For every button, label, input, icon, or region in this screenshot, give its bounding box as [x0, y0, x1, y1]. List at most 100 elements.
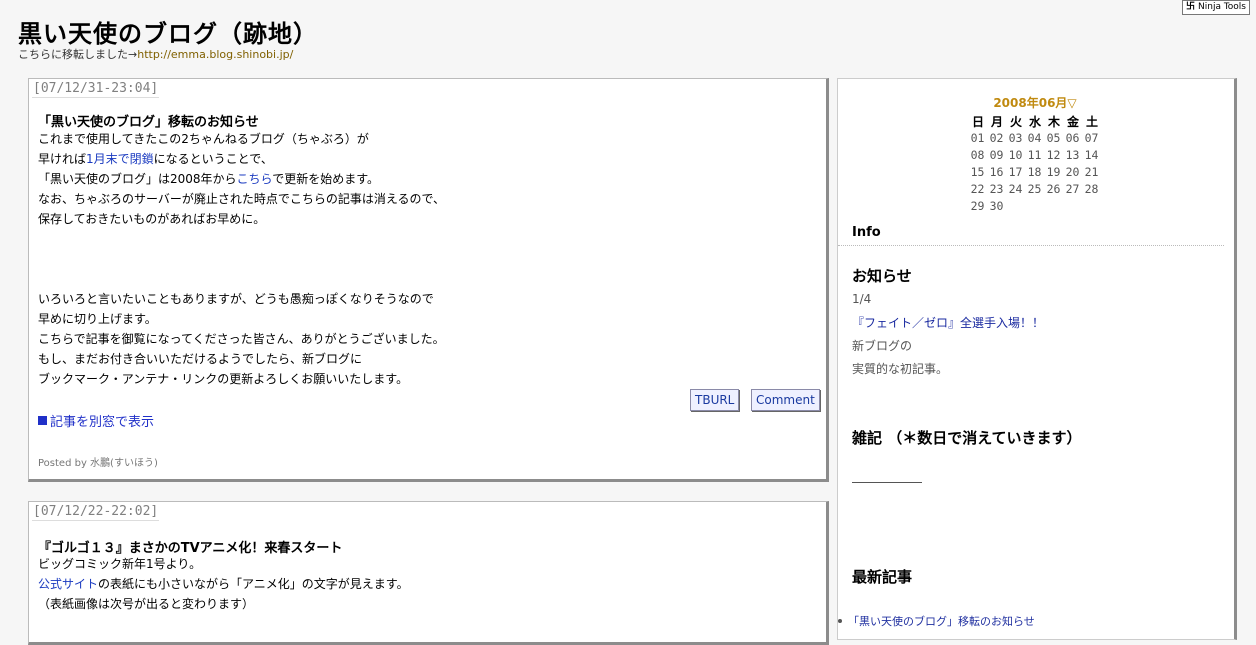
calendar-day: 12	[1046, 148, 1061, 162]
entry-body: これまで使用してきたこの2ちゃんねるブログ（ちゃぶろ）が 早ければ1月末で閉鎖に…	[38, 129, 445, 229]
calendar-day: 27	[1065, 182, 1080, 196]
entry-body: ビッグコミック新年1号より。 公式サイトの表紙にも小さいながら「アニメ化」の文字…	[38, 554, 409, 614]
entry-date: [07/12/31-23:04]	[32, 81, 160, 98]
new-blog-link[interactable]: http://emma.blog.shinobi.jp/	[137, 48, 293, 61]
calendar-day: 19	[1046, 165, 1061, 179]
weekday-label: 月	[990, 115, 1003, 129]
entry-text-line: 早ければ1月末で閉鎖になるということで、	[38, 149, 445, 169]
news-text: 新ブログの	[852, 339, 913, 353]
calendar-day	[1044, 198, 1063, 215]
blog-entry: [07/12/31-23:04] 「黒い天使のブログ」移転のお知らせ これまで使…	[28, 78, 829, 482]
calendar-day: 16	[989, 165, 1004, 179]
calendar-day	[1082, 198, 1101, 215]
entry-text-line: 早めに切り上げます。	[38, 312, 157, 326]
ninja-tools-badge[interactable]: 卐 Ninja Tools	[1182, 0, 1250, 15]
calendar-week: 15 16 17 18 19 20 21	[968, 164, 1102, 181]
weekday-label: 木	[1047, 115, 1060, 129]
weekday-label: 金	[1066, 115, 1079, 129]
calendar-day: 09	[989, 148, 1004, 162]
calendar-day: 06	[1065, 131, 1080, 145]
entry-title[interactable]: 「黒い天使のブログ」移転のお知らせ	[38, 111, 259, 130]
calendar-day: 13	[1065, 148, 1080, 162]
calendar-day: 23	[989, 182, 1004, 196]
calendar-day: 11	[1027, 148, 1042, 162]
calendar-day: 14	[1084, 148, 1099, 162]
calendar-day: 08	[970, 148, 985, 162]
calendar-day: 20	[1065, 165, 1080, 179]
entry-text-line: これまで使用してきたこの2ちゃんねるブログ（ちゃぶろ）が	[38, 132, 369, 146]
bullet-icon	[838, 619, 842, 623]
comment-button[interactable]: Comment	[751, 389, 820, 411]
calendar-day	[1025, 198, 1044, 215]
recent-post-item[interactable]: 「黒い天使のブログ」移転のお知らせ	[838, 613, 1035, 629]
open-in-new-window-link[interactable]: 記事を別窓で表示	[38, 411, 154, 430]
info-heading: Info	[852, 225, 881, 240]
open-in-new-window-label: 記事を別窓で表示	[50, 415, 155, 430]
calendar-day: 03	[1008, 131, 1023, 145]
calendar-day: 04	[1027, 131, 1042, 145]
calendar-day: 29	[970, 199, 985, 213]
calendar-month-selector[interactable]: 2008年06月▽	[968, 94, 1102, 111]
entry-text-line: 保存しておきたいものがあればお早めに。	[38, 212, 266, 226]
recent-post-link[interactable]: 「黒い天使のブログ」移転のお知らせ	[848, 613, 1035, 629]
misc-divider	[852, 482, 922, 483]
entry-text-line: こちらで記事を御覧になってくださった皆さん、ありがとうございました。	[38, 332, 445, 346]
calendar-day: 21	[1084, 165, 1099, 179]
news-heading: お知らせ	[852, 267, 912, 285]
subtitle-text: こちらに移転しました→	[18, 48, 138, 61]
calendar-day: 28	[1084, 182, 1099, 196]
ninja-icon: 卐	[1186, 2, 1196, 12]
entry-text-line: いろいろと言いたいこともありますが、どうも愚痴っぽくなりそうなので	[38, 292, 434, 306]
calendar: 2008年06月▽ 日 月 火 水 木 金 土 01 02 03 04 05 0…	[968, 94, 1102, 215]
calendar-day: 26	[1046, 182, 1061, 196]
sidebar: 2008年06月▽ 日 月 火 水 木 金 土 01 02 03 04 05 0…	[837, 78, 1237, 640]
calendar-day: 22	[970, 182, 985, 196]
calendar-day: 17	[1008, 165, 1023, 179]
entry-body-continued: いろいろと言いたいこともありますが、どうも愚痴っぽくなりそうなので 早めに切り上…	[38, 289, 445, 389]
text-segment: になるということで、	[153, 152, 273, 166]
here-link[interactable]: こちら	[237, 172, 273, 186]
calendar-weekdays: 日 月 火 水 木 金 土	[968, 113, 1102, 130]
square-bullet-icon	[38, 416, 47, 425]
tburl-button[interactable]: TBURL	[690, 389, 740, 411]
news-date: 1/4	[852, 292, 872, 306]
entry-text-line: なお、ちゃぶろのサーバーが廃止された時点でこちらの記事は消えるので、	[38, 192, 446, 206]
calendar-week: 22 23 24 25 26 27 28	[968, 181, 1102, 198]
entry-date: [07/12/22-22:02]	[32, 504, 160, 521]
recent-posts-heading: 最新記事	[852, 568, 913, 586]
calendar-day: 15	[970, 165, 985, 179]
text-segment: 早ければ	[38, 152, 87, 166]
blog-entry: [07/12/22-22:02] 『ゴルゴ１３』まさかのTVアニメ化！来春スター…	[28, 501, 829, 645]
official-site-link[interactable]: 公式サイト	[38, 577, 98, 591]
posted-by: Posted by 水鵬(すいほう)	[38, 458, 158, 469]
calendar-week: 08 09 10 11 12 13 14	[968, 147, 1102, 164]
text-segment: の表紙にも小さいながら「アニメ化」の文字が見えます。	[98, 577, 409, 591]
entry-text-line: ビッグコミック新年1号より。	[38, 557, 202, 571]
calendar-day: 07	[1084, 131, 1099, 145]
entry-text-line: 「黒い天使のブログ」は2008年からこちらで更新を始めます。	[38, 169, 445, 189]
info-divider	[838, 245, 1224, 246]
entry-text-line: （表紙画像は次号が出ると変わります）	[38, 597, 255, 611]
weekday-label: 火	[1009, 115, 1022, 129]
closure-link[interactable]: 1月末で閉鎖	[86, 152, 154, 166]
weekday-label: 水	[1028, 115, 1041, 129]
calendar-day: 24	[1008, 182, 1023, 196]
entry-text-line: ブックマーク・アンテナ・リンクの更新よろしくお願いいたします。	[38, 372, 409, 386]
calendar-day: 10	[1008, 148, 1023, 162]
entry-text-line: 公式サイトの表紙にも小さいながら「アニメ化」の文字が見えます。	[38, 574, 409, 594]
site-subtitle: こちらに移転しました→http://emma.blog.shinobi.jp/	[18, 46, 293, 62]
ninja-tools-label: Ninja Tools	[1198, 2, 1246, 12]
calendar-day: 25	[1027, 182, 1042, 196]
misc-heading: 雑記 （＊数日で消えていきます）	[852, 429, 1082, 447]
calendar-week: 29 30	[968, 198, 1102, 215]
text-segment: 「黒い天使のブログ」は2008年から	[38, 172, 237, 186]
news-link[interactable]: 『フェイト／ゼロ』全選手入場！！	[852, 314, 1044, 331]
calendar-day	[1006, 198, 1025, 215]
calendar-day: 01	[970, 131, 985, 145]
text-segment: で更新を始めます。	[272, 172, 379, 186]
site-title[interactable]: 黒い天使のブログ（跡地）	[18, 14, 318, 49]
calendar-day: 18	[1027, 165, 1042, 179]
calendar-week: 01 02 03 04 05 06 07	[968, 130, 1102, 147]
calendar-day: 05	[1046, 131, 1061, 145]
calendar-day	[1063, 198, 1082, 215]
